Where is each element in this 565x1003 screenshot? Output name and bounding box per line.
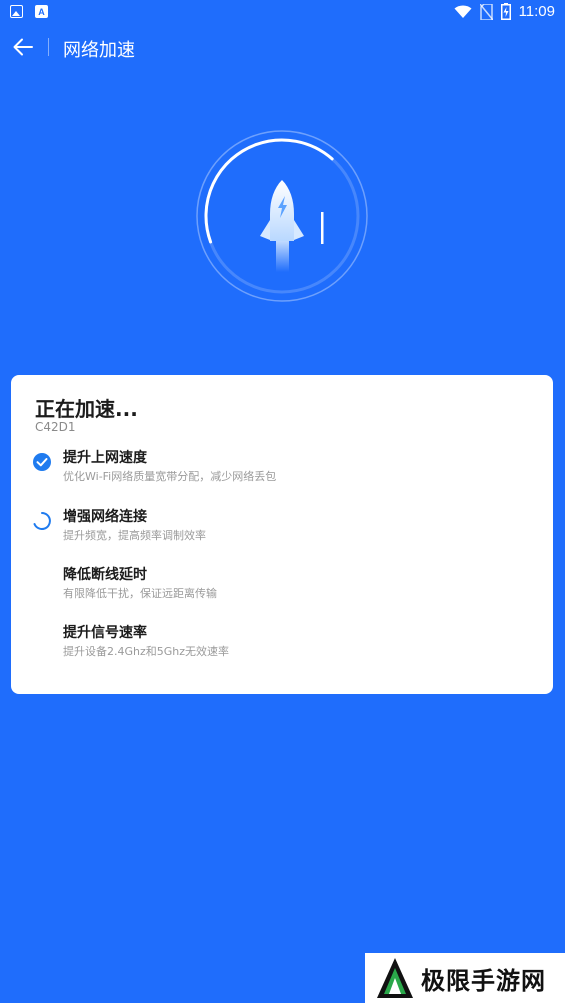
image-notification-icon bbox=[10, 5, 23, 18]
page-title: 网络加速 bbox=[63, 40, 135, 61]
rocket-icon bbox=[260, 180, 304, 272]
progress-ring bbox=[196, 130, 368, 302]
device-id: C42D1 bbox=[35, 420, 76, 434]
step-desc: 提升频宽，提高频率调制效率 bbox=[63, 529, 206, 542]
step-enhance-connection: 增强网络连接 提升频宽，提高频率调制效率 bbox=[33, 506, 533, 550]
watermark: 极限手游网 bbox=[365, 953, 565, 1003]
step-desc: 提升设备2.4Ghz和5Ghz无效速率 bbox=[63, 645, 230, 658]
check-circle-icon bbox=[33, 453, 51, 471]
card-title: 正在加速... bbox=[35, 397, 138, 421]
status-bar: A 11:09 bbox=[0, 0, 565, 24]
watermark-logo-icon bbox=[377, 958, 413, 998]
step-name: 增强网络连接 bbox=[63, 509, 147, 525]
arrow-left-icon bbox=[13, 38, 33, 56]
battery-charging-icon bbox=[500, 3, 511, 20]
status-bar-right: 11:09 bbox=[454, 3, 555, 20]
step-reduce-latency: 降低断线延时 有限降低干扰，保证远距离传输 bbox=[33, 564, 533, 608]
acceleration-animation bbox=[190, 128, 375, 308]
status-bar-left: A bbox=[10, 5, 48, 18]
acceleration-card: 正在加速... C42D1 提升上网速度 优化Wi-Fi网络质量宽带分配，减少网… bbox=[11, 375, 553, 694]
no-sim-icon bbox=[479, 3, 493, 20]
wifi-icon bbox=[454, 5, 472, 18]
back-button[interactable] bbox=[10, 34, 36, 60]
step-boost-speed: 提升上网速度 优化Wi-Fi网络质量宽带分配，减少网络丢包 bbox=[33, 447, 533, 491]
status-time: 11:09 bbox=[518, 3, 555, 20]
toolbar: 网络加速 bbox=[0, 28, 565, 66]
step-boost-signal: 提升信号速率 提升设备2.4Ghz和5Ghz无效速率 bbox=[33, 622, 533, 666]
watermark-text: 极限手游网 bbox=[421, 965, 546, 995]
step-name: 提升上网速度 bbox=[63, 450, 147, 466]
a-notification-icon: A bbox=[35, 5, 48, 18]
toolbar-divider bbox=[48, 38, 49, 56]
step-name: 降低断线延时 bbox=[63, 567, 147, 583]
step-desc: 有限降低干扰，保证远距离传输 bbox=[63, 587, 217, 600]
step-desc: 优化Wi-Fi网络质量宽带分配，减少网络丢包 bbox=[63, 470, 277, 483]
loading-spinner-icon bbox=[33, 512, 51, 530]
step-name: 提升信号速率 bbox=[63, 625, 147, 641]
